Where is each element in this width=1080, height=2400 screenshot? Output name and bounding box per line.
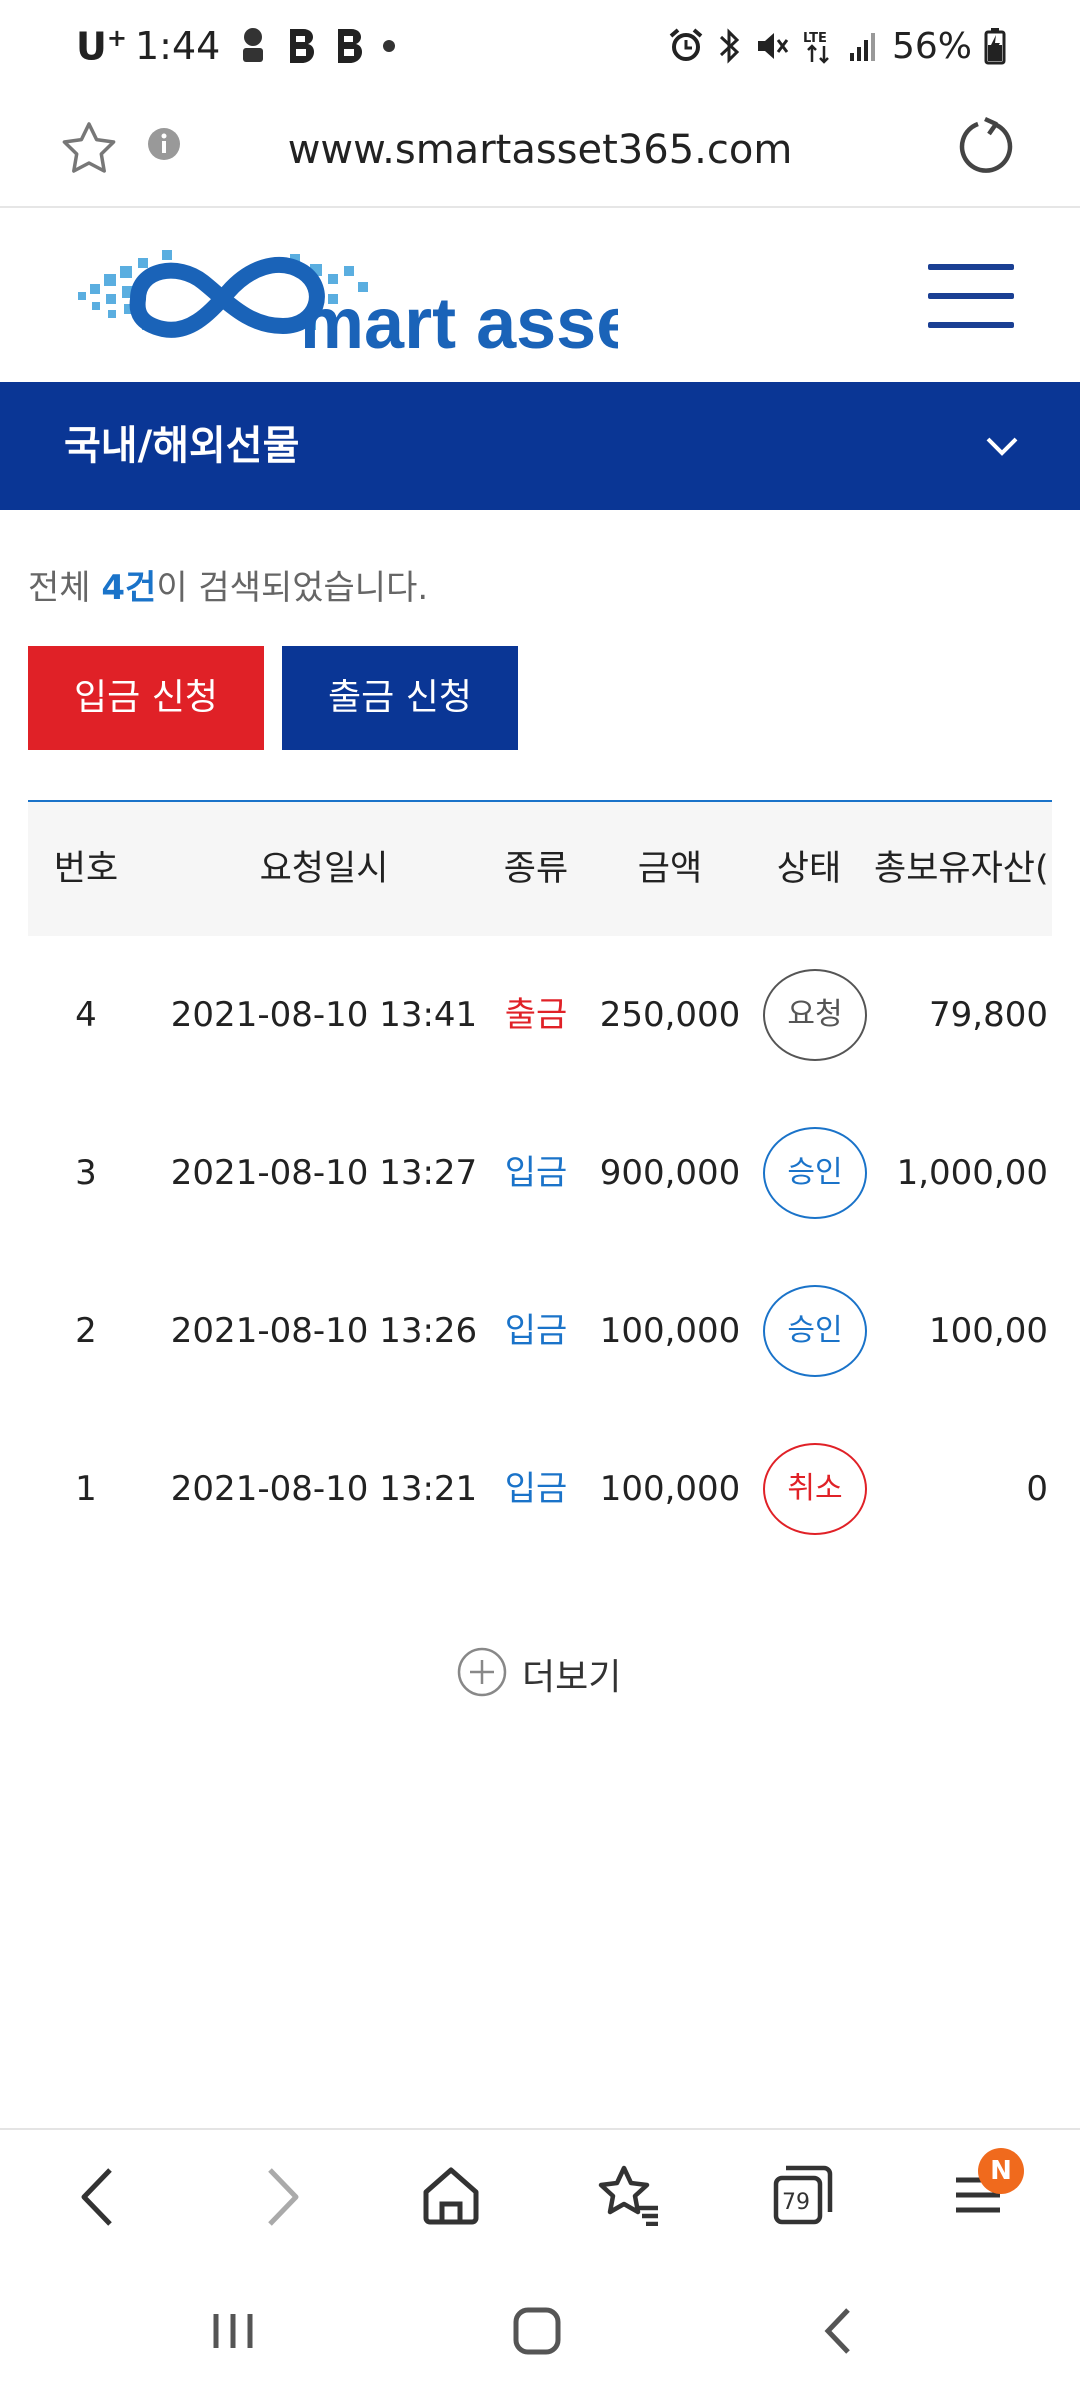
load-more-button[interactable]: 더보기 (456, 1644, 621, 1704)
table-row: 3 2021-08-10 13:27 입금 900,000 승인 1,000,0… (28, 1094, 1052, 1252)
load-more-label: 더보기 (522, 1657, 622, 1698)
status-badge: 승인 (763, 1285, 867, 1377)
svg-text:mart asset: mart asset (300, 284, 618, 354)
row-date: 2021-08-10 13:27 (170, 1153, 478, 1193)
withdraw-request-button[interactable]: 출금 신청 (282, 646, 518, 750)
row-amount: 250,000 (599, 995, 741, 1035)
back-icon[interactable] (76, 2164, 126, 2234)
row-total: 1,000,00 (896, 1153, 1048, 1193)
header-amount: 금액 (637, 849, 703, 889)
battery-percent: 56% (891, 25, 972, 67)
result-count-text: 전체 4건이 검색되었습니다. (28, 568, 429, 608)
status-badge: 승인 (763, 1127, 867, 1219)
category-title: 국내/해외선물 (64, 423, 300, 469)
status-badge: 취소 (763, 1443, 867, 1535)
b-icon (334, 27, 364, 65)
menu-hamburger-icon[interactable] (928, 264, 1014, 328)
mute-icon (754, 28, 790, 64)
result-count-number: 4건 (101, 568, 157, 608)
row-date: 2021-08-10 13:21 (170, 1469, 478, 1509)
row-number: 1 (75, 1469, 97, 1509)
plus-circle-icon (456, 1646, 508, 1702)
status-badge: 요청 (763, 969, 867, 1061)
deposit-request-button[interactable]: 입금 신청 (28, 646, 264, 750)
category-dropdown[interactable]: 국내/해외선물 (0, 382, 1080, 510)
row-date: 2021-08-10 13:41 (170, 995, 478, 1035)
browser-toolbar: 79 (0, 2128, 1080, 2268)
alarm-icon (668, 28, 704, 64)
b-icon (286, 27, 316, 65)
row-amount: 100,000 (599, 1311, 741, 1351)
row-number: 4 (75, 995, 97, 1035)
bluetooth-icon (716, 28, 742, 64)
lte-icon: LTE (802, 28, 836, 64)
page: U+ 1:44 LTE 56% www.smartasset365.com ma… (0, 0, 1080, 2400)
smart-asset-logo[interactable]: mart asset (78, 244, 660, 364)
row-amount: 900,000 (599, 1153, 741, 1193)
site-header: mart asset (0, 208, 1080, 382)
browser-url-bar: www.smartasset365.com (0, 92, 1080, 208)
chevron-down-icon (982, 426, 1022, 470)
tabs-icon[interactable]: 79 (772, 2164, 834, 2226)
header-total-assets: 총보유자산( (874, 849, 1049, 889)
notification-badge: N (978, 2148, 1024, 2194)
home-button-icon[interactable] (510, 2304, 566, 2362)
table-header: 번호 요청일시 종류 금액 상태 총보유자산( (28, 802, 1052, 936)
table-row: 1 2021-08-10 13:21 입금 100,000 취소 0 (28, 1410, 1052, 1560)
forward-icon[interactable] (254, 2164, 304, 2234)
row-total: 0 (1026, 1469, 1048, 1509)
dot-icon (382, 39, 396, 53)
home-icon[interactable] (420, 2164, 482, 2230)
url-text[interactable]: www.smartasset365.com (0, 92, 1080, 208)
headset-icon (238, 26, 268, 66)
row-number: 2 (75, 1311, 97, 1351)
header-status: 상태 (776, 849, 842, 889)
recent-apps-icon[interactable] (208, 2304, 258, 2362)
clock: 1:44 (134, 24, 221, 68)
system-nav-bar (0, 2268, 1080, 2400)
system-back-icon[interactable] (818, 2304, 858, 2362)
table-row: 2 2021-08-10 13:26 입금 100,000 승인 100,00 (28, 1252, 1052, 1410)
bookmarks-icon[interactable] (596, 2164, 662, 2230)
header-number: 번호 (53, 849, 119, 889)
row-total: 79,800 (929, 995, 1048, 1035)
carrier-label: U+ (76, 23, 127, 69)
battery-icon (984, 27, 1006, 65)
header-request-date: 요청일시 (259, 849, 389, 889)
signal-icon (848, 29, 878, 63)
table-row: 4 2021-08-10 13:41 출금 250,000 요청 79,800 (28, 936, 1052, 1094)
svg-text:LTE: LTE (803, 31, 827, 46)
transaction-table: 번호 요청일시 종류 금액 상태 총보유자산( 4 2021-08-10 13:… (28, 800, 1052, 1560)
row-total: 100,00 (929, 1311, 1048, 1351)
reload-icon[interactable] (956, 116, 1016, 180)
tabs-count: 79 (782, 2190, 810, 2215)
row-amount: 100,000 (599, 1469, 741, 1509)
row-date: 2021-08-10 13:26 (170, 1311, 478, 1351)
row-number: 3 (75, 1153, 97, 1193)
status-bar: U+ 1:44 LTE 56% (0, 0, 1080, 92)
